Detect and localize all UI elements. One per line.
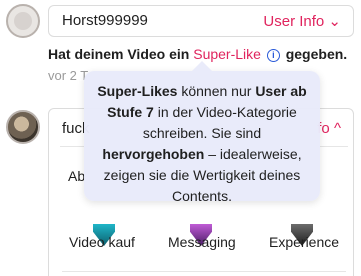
notification-text: Hat deinem Video ein — [48, 46, 194, 62]
superlike-tooltip: Super-Likes können nur User ab Stufe 7 i… — [84, 61, 320, 204]
notification-suffix: gegeben. — [281, 46, 348, 62]
avatar-image — [8, 112, 38, 142]
username[interactable]: Horst999999 — [62, 12, 148, 29]
user-info-toggle[interactable]: User Info ⌄ — [263, 12, 341, 30]
tooltip-text: Super-Likes können nur User ab Stufe 7 i… — [94, 81, 310, 207]
panel-heading: Ab — [68, 168, 86, 184]
superlike-notification: Hat deinem Video ein Super-Like i gegebe… — [48, 46, 347, 62]
user-info-toggle[interactable]: fo ^ — [317, 120, 341, 137]
tooltip-part: können nur — [177, 83, 256, 99]
superlike-link[interactable]: Super-Like — [193, 46, 261, 62]
avatar[interactable] — [6, 110, 40, 144]
tooltip-bold: Super-Likes — [97, 83, 178, 99]
avatar[interactable] — [6, 4, 40, 38]
user-info-label: User Info — [263, 13, 325, 30]
tooltip-part: in der Video-Kategorie schreiben. Sie si… — [142, 104, 297, 141]
tooltip-bold: hervorgehoben — [102, 146, 205, 162]
category-label: Messaging — [168, 234, 236, 250]
category-label: Video kauf — [69, 234, 135, 250]
chevron-up-icon: ^ — [333, 120, 341, 137]
divider — [62, 271, 346, 272]
timestamp: vor 2 T — [48, 68, 89, 83]
info-icon[interactable]: i — [266, 49, 280, 62]
chevron-down-icon: ⌄ — [328, 13, 341, 30]
category-label: Experience — [269, 234, 340, 250]
